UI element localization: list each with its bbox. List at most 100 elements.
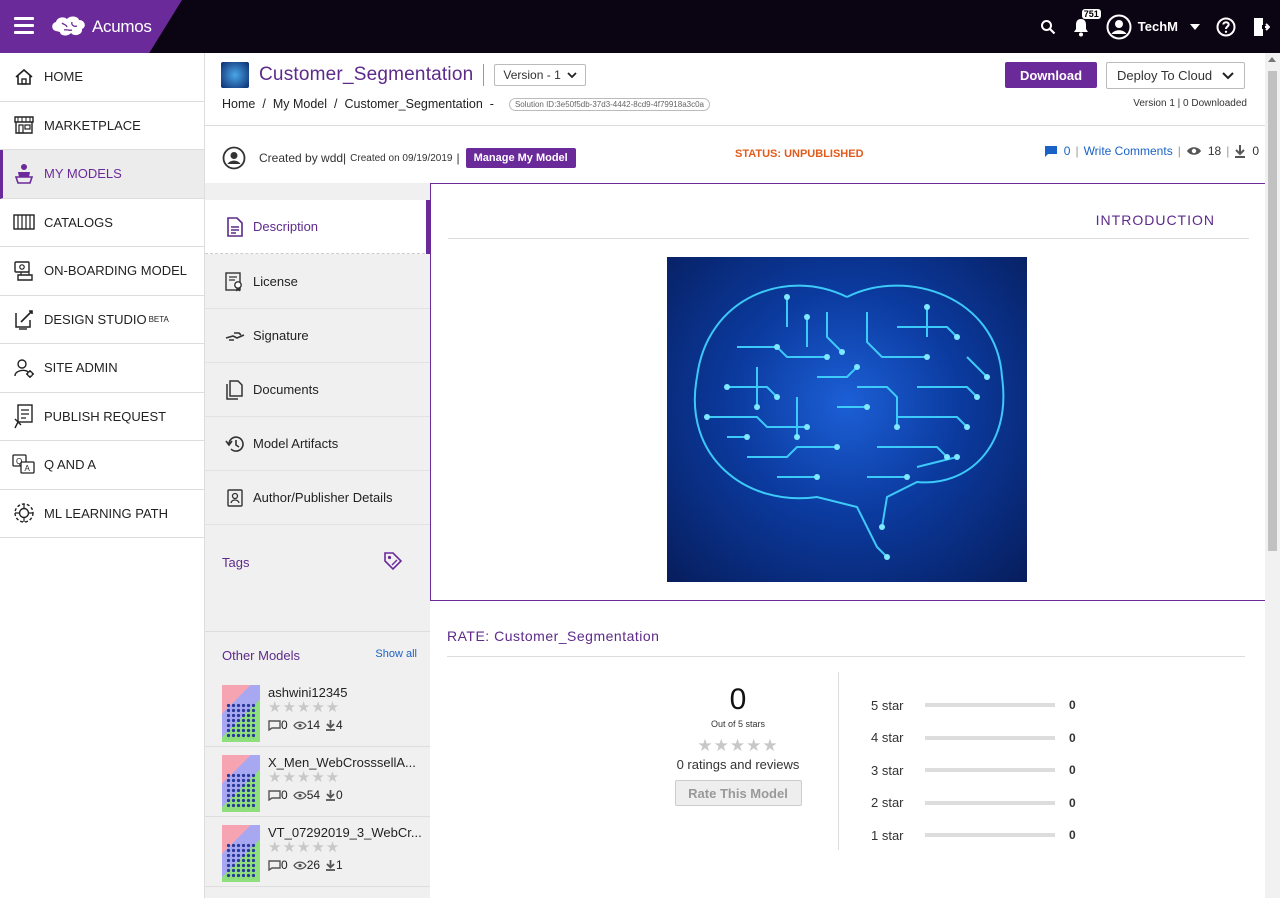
rating-row-label: 3 star: [871, 762, 904, 778]
sidebar-item-design-studio[interactable]: DESIGN STUDIO BETA: [0, 295, 204, 344]
download-count: 4: [336, 718, 343, 732]
brand-name: Acumos: [92, 17, 152, 36]
sidebar-item-marketplace[interactable]: MARKETPLACE: [0, 101, 204, 150]
model-image: [667, 257, 1027, 582]
tag-icon[interactable]: [383, 551, 403, 576]
tab-signature[interactable]: Signature: [205, 309, 430, 363]
help-icon[interactable]: [1216, 17, 1236, 37]
model-thumbnail: [222, 825, 260, 882]
tab-author-publisher[interactable]: Author/Publisher Details: [205, 471, 430, 525]
download-button[interactable]: Download: [1005, 62, 1097, 88]
breadcrumb-my-model[interactable]: My Model: [273, 97, 327, 111]
chevron-down-icon: [1222, 71, 1234, 79]
tab-documents[interactable]: Documents: [205, 363, 430, 417]
sidebar-item-publish-request[interactable]: PUBLISH REQUEST: [0, 392, 204, 441]
rate-this-model-button[interactable]: Rate This Model: [674, 780, 802, 806]
version-select[interactable]: Version - 1: [494, 64, 586, 86]
ratings-count: 0 ratings and reviews: [676, 757, 800, 772]
comment-icon: [268, 789, 281, 801]
user-avatar-icon: [1106, 14, 1132, 39]
notifications-button[interactable]: 751: [1072, 8, 1101, 37]
model-name: ashwini12345: [268, 685, 348, 700]
sidebar-item-site-admin[interactable]: SITE ADMIN: [0, 344, 204, 393]
sidebar-item-ml-learning-path[interactable]: ML LEARNING PATH: [0, 489, 204, 538]
comment-count[interactable]: 0: [1064, 144, 1071, 158]
user-menu[interactable]: TechM: [1106, 14, 1200, 40]
model-meta-bar: Created by wdd | Created on 09/19/2019 | M…: [205, 125, 1265, 183]
view-count: 54: [306, 788, 321, 802]
divider: [448, 238, 1249, 239]
rating-row-count: 0: [1069, 828, 1076, 843]
sidebar-item-label: ML LEARNING PATH: [44, 505, 169, 521]
rating-row-2: 2 star 0: [871, 787, 1076, 820]
comment-icon: [1044, 145, 1057, 157]
vertical-scrollbar[interactable]: [1265, 53, 1280, 898]
list-item[interactable]: ashwini12345 ★★★★★ 0 14 4: [205, 677, 430, 747]
comment-icon: [268, 719, 281, 731]
rating-score: 0: [729, 683, 747, 716]
rating-row-label: 1 star: [871, 827, 904, 843]
acumos-logo[interactable]: Acumos: [50, 13, 152, 41]
rating-row-count: 0: [1069, 698, 1076, 713]
scroll-up-arrow-icon[interactable]: [1268, 57, 1276, 62]
title-divider: [483, 64, 485, 86]
onboarding-icon: [12, 259, 36, 283]
download-icon: [1235, 145, 1246, 158]
write-comments-link[interactable]: Write Comments: [1084, 144, 1173, 158]
list-item[interactable]: VT_07292019_3_WebCr... ★★★★★ 0 26 1: [205, 817, 430, 887]
eye-icon: [1186, 147, 1201, 155]
tab-description[interactable]: Description: [205, 200, 431, 254]
deploy-label: Deploy To Cloud: [1117, 68, 1213, 83]
download-icon: [326, 720, 336, 731]
admin-icon: [12, 356, 36, 380]
rating-bar-track: [925, 800, 1055, 805]
search-icon[interactable]: [1040, 19, 1056, 35]
sidebar: HOME MARKETPLACE MY MODELS CATALOGS ON-B…: [0, 53, 205, 898]
tab-license[interactable]: License: [205, 255, 430, 309]
view-count: 18: [1207, 144, 1222, 158]
sidebar-item-home[interactable]: HOME: [0, 53, 204, 102]
model-thumbnail: [221, 62, 249, 88]
sidebar-item-label: PUBLISH REQUEST: [44, 408, 167, 424]
eye-icon: [292, 720, 307, 730]
sidebar-item-my-models[interactable]: MY MODELS: [0, 150, 204, 199]
show-all-link[interactable]: Show all: [375, 648, 417, 663]
brain-logo-icon: [52, 16, 85, 36]
sidebar-item-label: Q AND A: [44, 457, 97, 473]
rating-bar-track: [925, 768, 1055, 773]
created-by: Created by wdd: [259, 151, 344, 165]
model-stats: 0 | Write Comments | 18 | 0: [1044, 144, 1259, 158]
home-icon: [12, 65, 36, 89]
rating-scale: Out of 5 stars: [710, 719, 766, 729]
menu-icon[interactable]: [14, 17, 34, 35]
breadcrumb-current: Customer_Segmentation: [344, 97, 483, 111]
scrollbar-thumb[interactable]: [1268, 71, 1277, 551]
author-icon: [225, 488, 245, 508]
introduction-heading: INTRODUCTION: [1095, 212, 1215, 228]
star-rating: ★★★★★: [268, 769, 341, 786]
logout-icon[interactable]: [1252, 17, 1270, 37]
breadcrumb-home[interactable]: Home: [222, 97, 255, 111]
view-count: 26: [306, 858, 321, 872]
manage-my-model-button[interactable]: Manage My Model: [465, 148, 576, 168]
rating-row-label: 5 star: [871, 697, 904, 713]
rating-row-5: 5 star 0: [871, 689, 1076, 722]
star-rating: ★★★★★: [697, 736, 779, 755]
deploy-to-cloud-dropdown[interactable]: Deploy To Cloud: [1106, 62, 1245, 89]
download-count: 0: [1252, 144, 1259, 158]
tab-label: License: [253, 274, 298, 289]
sidebar-item-q-and-a[interactable]: QA Q AND A: [0, 441, 204, 490]
rating-bar-track: [925, 703, 1055, 708]
tags-label: Tags: [222, 555, 250, 570]
license-icon: [225, 271, 245, 292]
rate-heading: RATE: Customer_Segmentation: [447, 628, 660, 644]
sidebar-item-onboarding-model[interactable]: ON-BOARDING MODEL: [0, 247, 204, 296]
circuit-brain-illustration: [693, 284, 1005, 560]
version-info: Version 1 | 0 Downloaded: [1133, 98, 1247, 109]
tab-model-artifacts[interactable]: Model Artifacts: [205, 417, 430, 471]
caret-down-icon: [1190, 23, 1200, 30]
top-bar: Acumos 751 TechM: [0, 0, 1280, 53]
list-item[interactable]: X_Men_WebCrosssellA... ★★★★★ 0 54 0: [205, 747, 430, 817]
rating-row-count: 0: [1069, 763, 1076, 778]
sidebar-item-catalogs[interactable]: CATALOGS: [0, 198, 204, 247]
